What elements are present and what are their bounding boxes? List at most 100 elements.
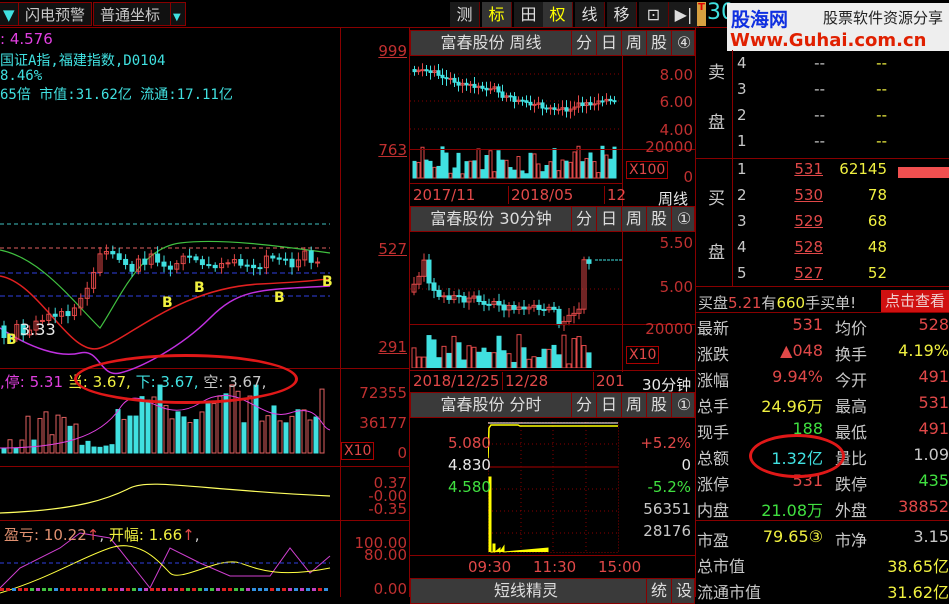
weekly-volume-bar bbox=[436, 165, 441, 179]
buy-price[interactable]: 528 bbox=[785, 238, 823, 256]
week-button[interactable]: 周 bbox=[621, 207, 646, 231]
line-button[interactable]: 线 bbox=[575, 2, 605, 27]
count-button[interactable]: ① bbox=[671, 207, 696, 231]
view-button[interactable]: 点击查看 bbox=[881, 290, 949, 312]
signal-dot bbox=[72, 588, 76, 591]
weekly-panel[interactable]: 富春股份 周线 分 日 周 股 ④ 8.00 6.00 4.00 20000 0… bbox=[410, 28, 695, 208]
buy-marker: B bbox=[322, 274, 333, 290]
grid-button[interactable]: 田 bbox=[514, 2, 544, 27]
volume-bar bbox=[85, 440, 91, 454]
signal-dot bbox=[276, 588, 280, 591]
min30-volume-bar bbox=[431, 339, 437, 368]
panel-title: 富春股份 30分钟 bbox=[430, 209, 552, 228]
panel-title: 短线精灵 bbox=[493, 581, 558, 600]
mark-button[interactable]: 标 bbox=[482, 2, 512, 27]
buy-price[interactable]: 527 bbox=[785, 264, 823, 282]
axis-label: 5.50 bbox=[659, 234, 693, 252]
min30-volume-bar bbox=[421, 356, 427, 368]
quote-label: 今开 bbox=[835, 371, 868, 390]
quote-label: 均价 bbox=[835, 319, 868, 338]
sell-level-number: 2 bbox=[737, 106, 747, 124]
week-button[interactable]: 周 bbox=[621, 31, 646, 55]
date-label: 2017/11 bbox=[413, 186, 476, 204]
stats-button[interactable]: 统 bbox=[646, 579, 671, 603]
weekly-volume-bar bbox=[448, 172, 453, 179]
weekly-candle bbox=[440, 74, 445, 79]
axis-label: +5.2% bbox=[640, 434, 691, 452]
buy-price[interactable]: 531 bbox=[785, 160, 823, 178]
day-button[interactable]: 日 bbox=[596, 207, 621, 231]
weekly-candle bbox=[564, 107, 569, 112]
signal-dot bbox=[30, 588, 34, 591]
tab-flash-alert[interactable]: 闪电预警 bbox=[18, 2, 93, 26]
signal-dot bbox=[144, 588, 148, 591]
min30-panel[interactable]: 富春股份 30分钟 分 日 周 股 ① 5.50 5.00 20000 X10 … bbox=[410, 206, 696, 394]
buy-price[interactable]: 530 bbox=[785, 186, 823, 204]
min30-volume-bar bbox=[476, 351, 482, 368]
main-candle bbox=[244, 264, 250, 267]
tab-coordinate[interactable]: 普通坐标 bbox=[93, 2, 173, 26]
weekly-candle bbox=[464, 82, 469, 86]
main-candle bbox=[283, 258, 289, 261]
main-chart-area[interactable]: : 4.576 国证A指,福建指数,D0104 8.46% 65倍 市值:31.… bbox=[0, 28, 410, 598]
minute-button[interactable]: 分 bbox=[571, 207, 596, 231]
date-label: 12/28 bbox=[502, 372, 548, 390]
rights-button[interactable]: 权 bbox=[543, 2, 573, 27]
min30-candle bbox=[481, 301, 487, 305]
min30-volume-bar bbox=[461, 359, 467, 368]
signal-dot bbox=[228, 588, 232, 591]
signal-dot bbox=[84, 588, 88, 591]
short-term-sprite-header[interactable]: 短线精灵 统 设 bbox=[410, 578, 695, 604]
signal-dot bbox=[222, 588, 226, 591]
weekly-volume-bar bbox=[504, 159, 509, 179]
window-button[interactable]: ⊡ bbox=[639, 2, 669, 27]
signal-dot bbox=[150, 588, 154, 591]
quote-label: 最高 bbox=[835, 397, 868, 416]
t-marker: T bbox=[697, 2, 706, 26]
buy-volume: 52 bbox=[867, 264, 887, 282]
signal-dot bbox=[168, 588, 172, 591]
minute-button[interactable]: 分 bbox=[571, 31, 596, 55]
min30-volume-bar bbox=[586, 352, 592, 368]
kline-chart bbox=[0, 223, 331, 594]
count-button[interactable]: ① bbox=[671, 393, 696, 417]
volume-bar bbox=[313, 416, 319, 454]
buy-price[interactable]: 529 bbox=[785, 212, 823, 230]
signal-dot bbox=[246, 588, 250, 591]
measure-button[interactable]: 测 bbox=[450, 2, 480, 27]
stock-button[interactable]: 股 bbox=[646, 31, 671, 55]
count-button[interactable]: ④ bbox=[671, 31, 696, 55]
ma-line bbox=[0, 240, 331, 329]
settings-button[interactable]: 设 bbox=[671, 579, 696, 603]
coordinate-dropdown[interactable]: ▼ bbox=[170, 2, 186, 26]
weekly-candle bbox=[456, 81, 461, 86]
weekly-candle bbox=[608, 98, 613, 102]
min30-volume-bar bbox=[491, 352, 497, 368]
volume-bar bbox=[139, 396, 145, 454]
axis-label: 8.00 bbox=[659, 66, 693, 84]
stock-button[interactable]: 股 bbox=[646, 207, 671, 231]
main-candle bbox=[206, 264, 212, 267]
weekly-candle bbox=[548, 107, 553, 110]
chevron-down-icon: ▼ bbox=[173, 12, 181, 23]
minute-button[interactable]: 分 bbox=[571, 393, 596, 417]
main-candle bbox=[238, 259, 244, 266]
watermark-brand: 股海网 bbox=[731, 9, 789, 31]
min30-volume-bar bbox=[441, 345, 447, 368]
volume-bar bbox=[67, 425, 73, 454]
day-button[interactable]: 日 bbox=[596, 31, 621, 55]
volume-multiplier: X10 bbox=[626, 346, 660, 364]
weekly-candle bbox=[420, 69, 425, 72]
day-button[interactable]: 日 bbox=[596, 393, 621, 417]
next-button[interactable]: ▶| bbox=[669, 2, 699, 27]
intraday-panel[interactable]: 富春股份 分时 分 日 周 股 ① 5.080 4.830 4.580 +5.2… bbox=[410, 392, 695, 578]
price-label: 3.33 bbox=[20, 320, 56, 339]
main-candle bbox=[225, 262, 231, 265]
signal-dot bbox=[258, 588, 262, 591]
stock-button[interactable]: 股 bbox=[646, 393, 671, 417]
weekly-volume-bar bbox=[612, 146, 617, 179]
sell-price: -- bbox=[814, 54, 825, 72]
min30-volume-bar bbox=[521, 347, 527, 368]
week-button[interactable]: 周 bbox=[621, 393, 646, 417]
move-button[interactable]: 移 bbox=[607, 2, 637, 27]
